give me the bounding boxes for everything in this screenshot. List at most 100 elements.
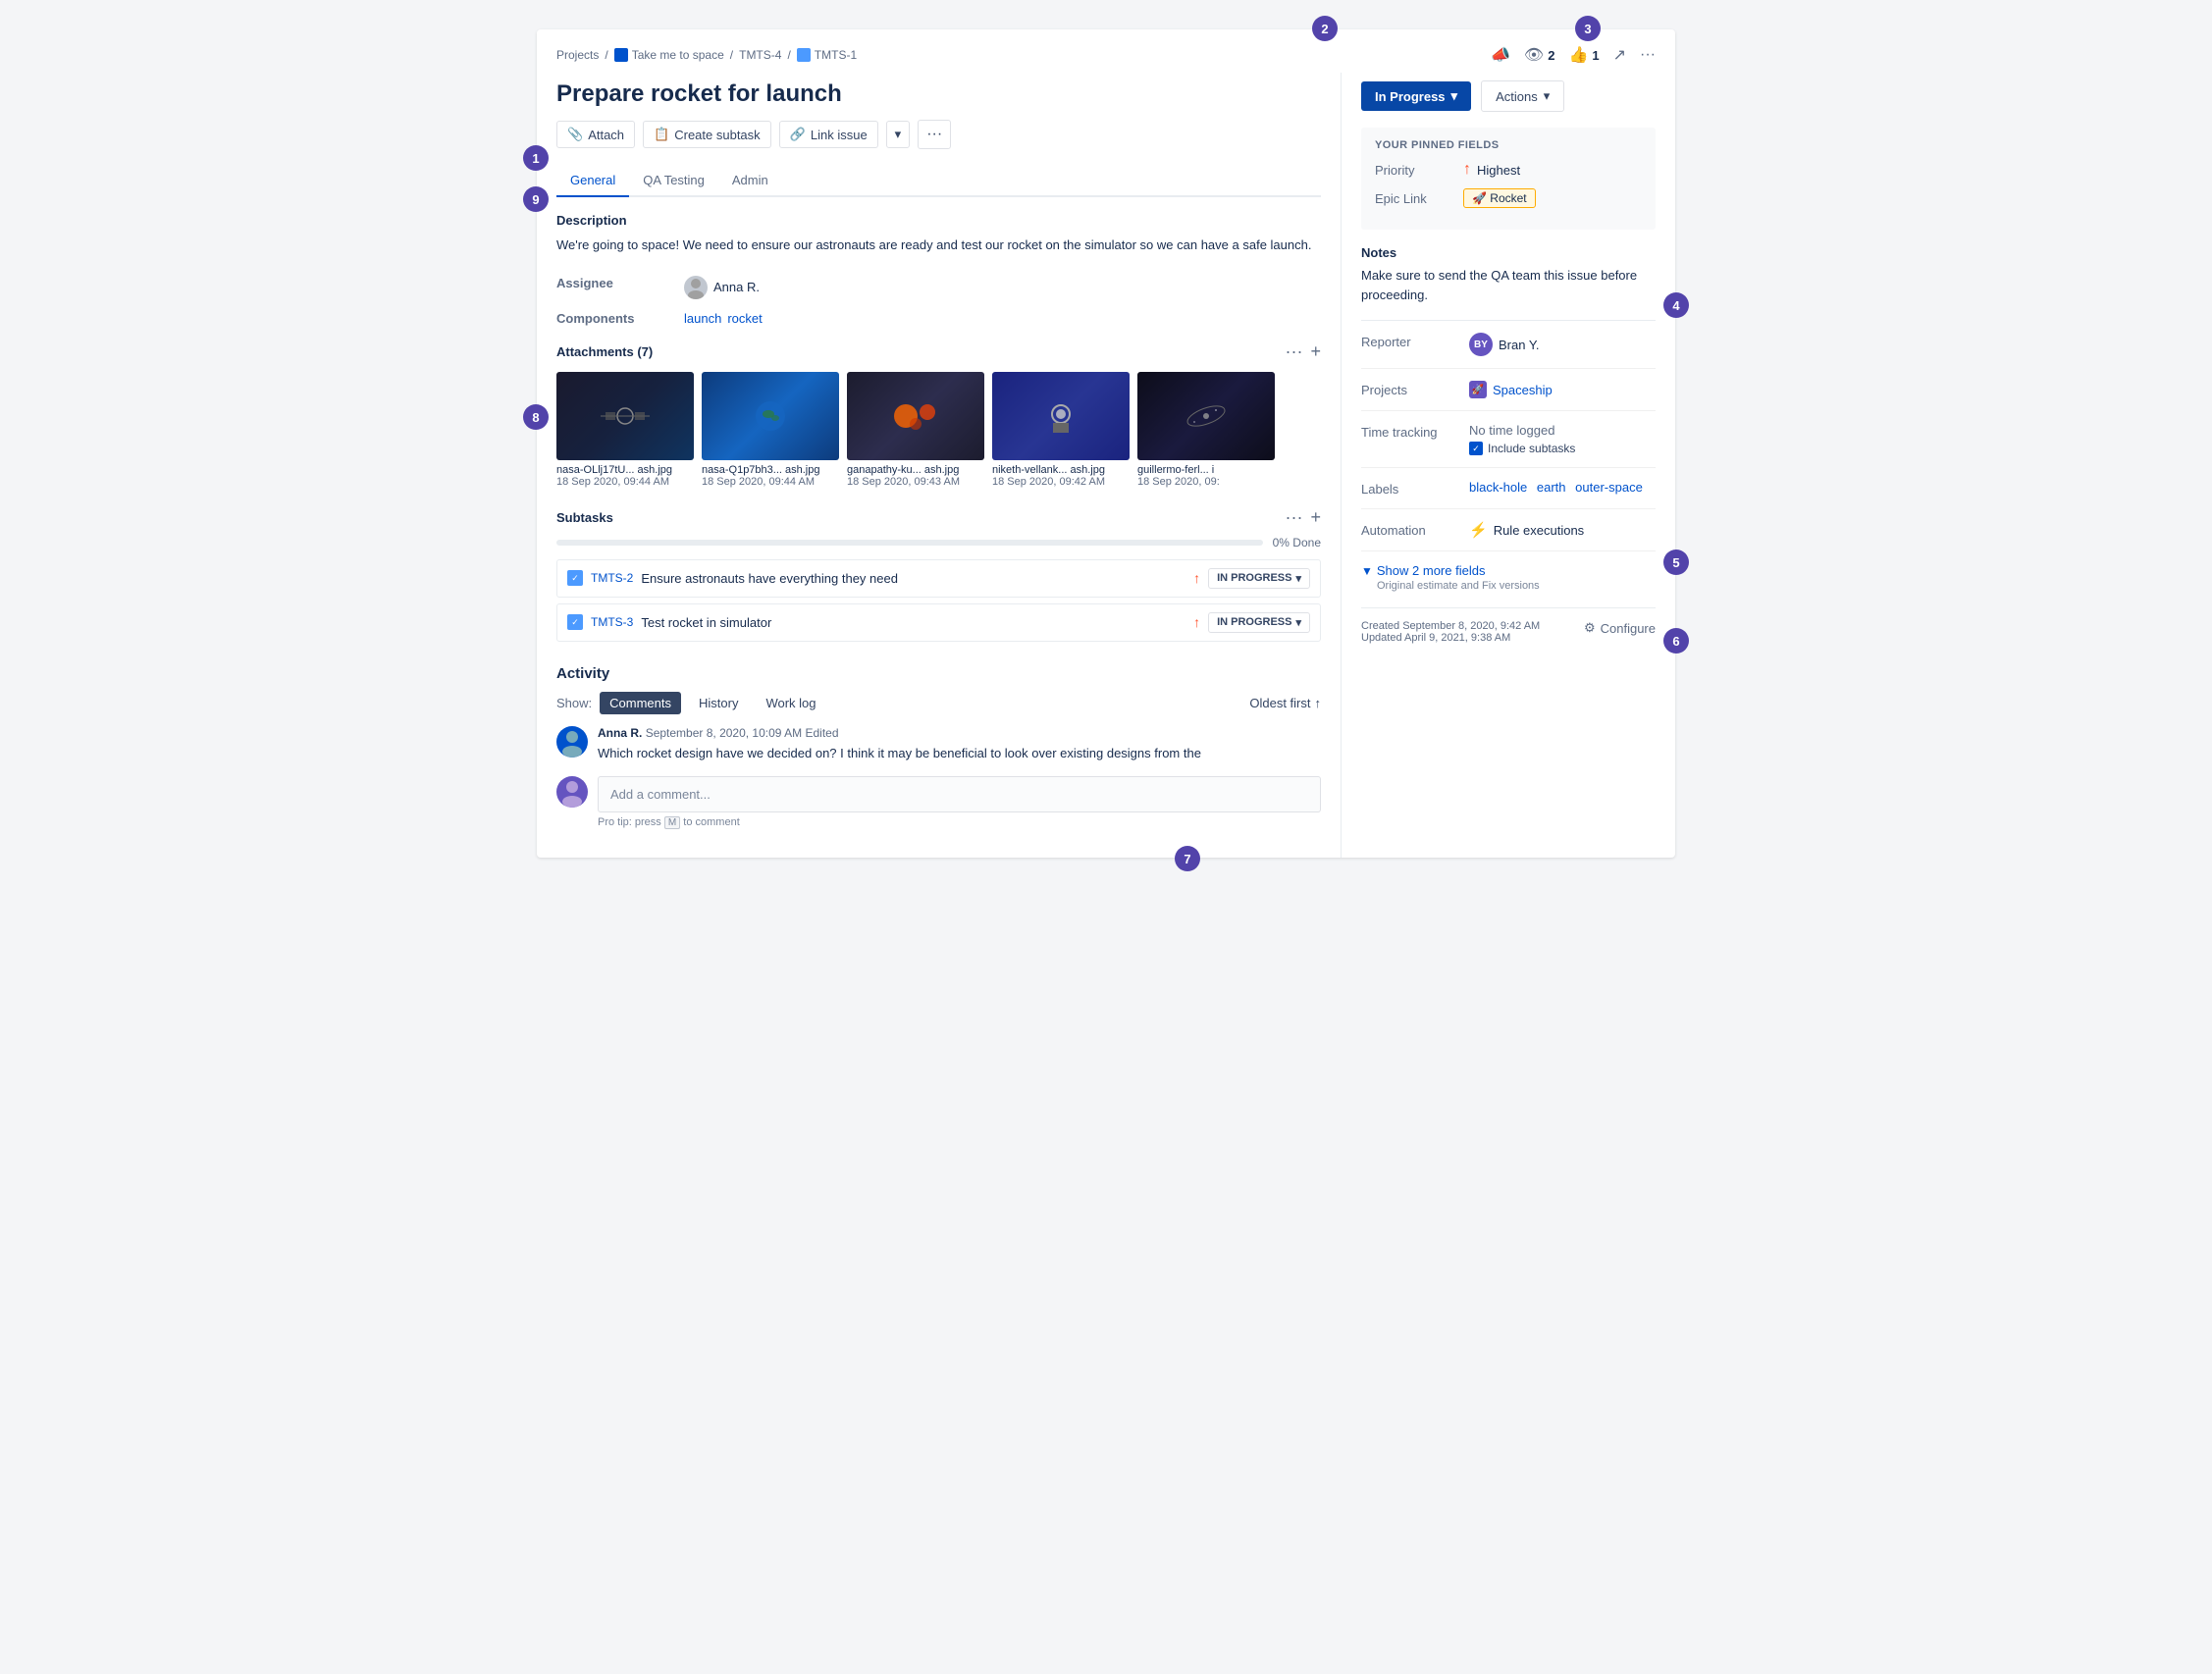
right-panel: In Progress ▾ Actions ▾ YOUR PINNED FIEL… — [1342, 73, 1675, 858]
watch-count: 2 — [1548, 48, 1554, 63]
updated-timestamp: Updated April 9, 2021, 9:38 AM — [1361, 632, 1540, 644]
attach-button[interactable]: 📎 Attach — [556, 121, 635, 148]
component-rocket[interactable]: rocket — [727, 311, 762, 326]
reporter-label: Reporter — [1361, 333, 1469, 349]
subtasks-more-button[interactable]: ··· — [1286, 507, 1303, 528]
description-label: Description — [556, 213, 1321, 228]
gear-icon: ⚙ — [1584, 620, 1596, 636]
actions-label: Actions — [1496, 89, 1538, 104]
link-issue-button[interactable]: 🔗 Link issue — [779, 121, 878, 148]
priority-arrow-icon: ↑ — [1463, 161, 1471, 179]
projects-value[interactable]: Spaceship — [1493, 383, 1553, 397]
callout-9: 9 — [523, 186, 549, 212]
comment-avatar — [556, 726, 588, 758]
toolbar: 📎 Attach 📋 Create subtask 🔗 Link issue ▾… — [556, 120, 1321, 165]
subtask-icon-1: ✓ — [567, 570, 583, 586]
show-more-link[interactable]: ▼ Show 2 more fields — [1361, 563, 1656, 578]
subtask-text-2: Test rocket in simulator — [641, 615, 771, 630]
create-subtask-button[interactable]: 📋 Create subtask — [643, 121, 771, 148]
comment-content: Anna R. September 8, 2020, 10:09 AM Edit… — [598, 726, 1321, 763]
tab-admin[interactable]: Admin — [718, 165, 782, 197]
breadcrumb-projects[interactable]: Projects — [556, 48, 599, 62]
attachment-date-3: 18 Sep 2020, 09:43 AM — [847, 476, 984, 488]
status-button[interactable]: In Progress ▾ — [1361, 81, 1471, 111]
automation-bolt-icon: ⚡ — [1469, 521, 1488, 539]
toolbar-dropdown-button[interactable]: ▾ — [886, 121, 911, 148]
attachment-item[interactable]: nasa-Q1p7bh3... ash.jpg 18 Sep 2020, 09:… — [702, 372, 839, 488]
attachments-add-button[interactable]: + — [1310, 341, 1321, 362]
time-tracking-value: No time logged — [1469, 423, 1656, 438]
attachments-more-button[interactable]: ··· — [1286, 341, 1303, 362]
callout-5: 5 — [1663, 549, 1689, 575]
label-outer-space[interactable]: outer-space — [1575, 480, 1643, 495]
show-label: Show: — [556, 696, 592, 710]
tab-qa-testing[interactable]: QA Testing — [629, 165, 718, 197]
breadcrumb-space[interactable]: Take me to space — [632, 48, 724, 62]
attachment-item[interactable]: niketh-vellank... ash.jpg 18 Sep 2020, 0… — [992, 372, 1130, 488]
activity-tab-history[interactable]: History — [689, 692, 748, 714]
attachment-item[interactable]: nasa-OLlj17tU... ash.jpg 18 Sep 2020, 09… — [556, 372, 694, 488]
attachment-date-4: 18 Sep 2020, 09:42 AM — [992, 476, 1130, 488]
project-icon — [614, 48, 628, 62]
callout-7: 7 — [1175, 846, 1200, 871]
label-earth[interactable]: earth — [1537, 480, 1566, 495]
activity-tab-worklog[interactable]: Work log — [756, 692, 825, 714]
attachment-item[interactable]: guillermo-ferl... i 18 Sep 2020, 09: — [1137, 372, 1275, 488]
subtask-priority-2: ↑ — [1193, 614, 1200, 630]
breadcrumb-tmts4[interactable]: TMTS-4 — [739, 48, 781, 62]
subtasks-add-button[interactable]: + — [1310, 507, 1321, 528]
subtask-id-1[interactable]: TMTS-2 — [591, 571, 633, 585]
label-black-hole[interactable]: black-hole — [1469, 480, 1527, 495]
subtasks-title: Subtasks — [556, 510, 613, 525]
actions-button[interactable]: Actions ▾ — [1481, 80, 1564, 112]
notes-text: Make sure to send the QA team this issue… — [1361, 266, 1656, 304]
comment-text: Which rocket design have we decided on? … — [598, 744, 1321, 763]
attachment-date-5: 18 Sep 2020, 09: — [1137, 476, 1275, 488]
epic-badge[interactable]: 🚀 Rocket — [1463, 188, 1536, 208]
reporter-value: Bran Y. — [1499, 338, 1539, 352]
comment-author: Anna R. — [598, 726, 642, 740]
issue-type-icon — [797, 48, 811, 62]
comment-input[interactable]: Add a comment... — [598, 776, 1321, 812]
tab-general[interactable]: General — [556, 165, 629, 197]
breadcrumb-tmts1[interactable]: TMTS-1 — [815, 48, 857, 62]
sort-button[interactable]: Oldest first ↑ — [1249, 696, 1321, 710]
callout-4: 4 — [1663, 292, 1689, 318]
subtask-row: ✓ TMTS-2 Ensure astronauts have everythi… — [556, 559, 1321, 598]
subtask-id-2[interactable]: TMTS-3 — [591, 615, 633, 629]
like-button[interactable]: 👍 1 — [1568, 45, 1599, 65]
description-text: We're going to space! We need to ensure … — [556, 235, 1321, 256]
announce-icon[interactable]: 📣 — [1491, 45, 1510, 65]
more-options-button[interactable]: ··· — [1640, 46, 1656, 64]
add-comment-row: Add a comment... Pro tip: press M to com… — [556, 776, 1321, 828]
subtask-status-1[interactable]: IN PROGRESS ▾ — [1208, 568, 1310, 589]
subtask-icon: 📋 — [654, 127, 669, 142]
subtask-row: ✓ TMTS-3 Test rocket in simulator ↑ IN P… — [556, 603, 1321, 642]
current-user-avatar — [556, 776, 588, 808]
show-more-sub: Original estimate and Fix versions — [1361, 580, 1656, 592]
sort-label: Oldest first — [1249, 696, 1310, 710]
watch-button[interactable]: 👁 2 — [1524, 45, 1555, 65]
progress-bar — [556, 540, 1263, 546]
show-more-fields: ▼ Show 2 more fields Original estimate a… — [1361, 563, 1656, 592]
share-button[interactable]: ↗ — [1613, 45, 1626, 65]
subtask-status-2[interactable]: IN PROGRESS ▾ — [1208, 612, 1310, 633]
include-subtasks-row: ✓ Include subtasks — [1469, 442, 1656, 455]
projects-field: Projects 🚀 Spaceship — [1361, 381, 1656, 411]
priority-row: Priority ↑ Highest — [1375, 161, 1642, 179]
include-subtasks-checkbox[interactable]: ✓ — [1469, 442, 1483, 455]
priority-value: Highest — [1477, 163, 1520, 178]
spaceship-icon: 🚀 — [1469, 381, 1487, 398]
subtasks-section: Subtasks ··· + 0% Done — [556, 507, 1321, 642]
attachment-item[interactable]: ganapathy-ku... ash.jpg 18 Sep 2020, 09:… — [847, 372, 984, 488]
attachments-section: Attachments (7) ··· + nasa-OLlj17 — [556, 341, 1321, 488]
subtask-priority-1: ↑ — [1193, 570, 1200, 586]
attachment-thumb-2 — [702, 372, 839, 460]
activity-tab-comments[interactable]: Comments — [600, 692, 681, 714]
toolbar-more-button[interactable]: ··· — [918, 120, 951, 149]
chevron-down-icon: ▼ — [1361, 564, 1373, 578]
projects-label: Projects — [1361, 381, 1469, 397]
subtask-icon-2: ✓ — [567, 614, 583, 630]
component-launch[interactable]: launch — [684, 311, 721, 326]
configure-button[interactable]: ⚙ Configure — [1584, 620, 1656, 636]
